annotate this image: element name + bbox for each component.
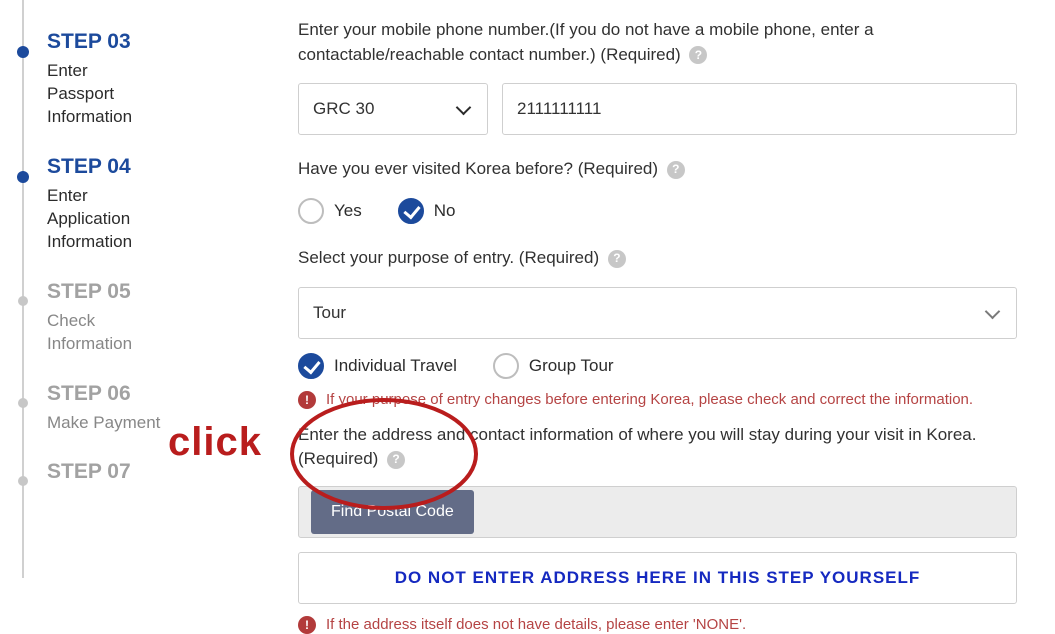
visited-field: Have you ever visited Korea before? (Req…	[298, 157, 1017, 224]
phone-field: Enter your mobile phone number.(If you d…	[298, 18, 1017, 135]
visited-label-text: Have you ever visited Korea before? (Req…	[298, 159, 658, 178]
address-label: Enter the address and contact informatio…	[298, 423, 1017, 472]
radio-icon	[298, 198, 324, 224]
phone-number-input[interactable]: 2111111111	[502, 83, 1017, 135]
step-dot	[18, 296, 28, 306]
step-number: STEP 03	[47, 30, 190, 54]
travel-group-radio[interactable]: Group Tour	[493, 353, 614, 379]
purpose-select[interactable]: Tour	[298, 287, 1017, 339]
radio-checked-icon	[398, 198, 424, 224]
warning-text: If your purpose of entry changes before …	[326, 391, 973, 408]
radio-icon	[493, 353, 519, 379]
purpose-label-text: Select your purpose of entry. (Required)	[298, 248, 599, 267]
purpose-warning: ! If your purpose of entry changes befor…	[298, 391, 1017, 409]
step-06[interactable]: STEP 06 Make Payment	[15, 382, 190, 435]
visited-label: Have you ever visited Korea before? (Req…	[298, 157, 1017, 182]
step-number: STEP 06	[47, 382, 190, 406]
help-icon[interactable]: ?	[608, 250, 626, 268]
step-number: STEP 05	[47, 280, 190, 304]
step-dot	[17, 46, 29, 58]
purpose-label: Select your purpose of entry. (Required)…	[298, 246, 1017, 271]
visited-yes-radio[interactable]: Yes	[298, 198, 362, 224]
address-field: Enter the address and contact informatio…	[298, 423, 1017, 634]
find-postal-code-button[interactable]: Find Postal Code	[311, 490, 474, 534]
country-code-select[interactable]: GRC 30	[298, 83, 488, 135]
chevron-down-icon	[455, 100, 473, 118]
step-04[interactable]: STEP 04 EnterApplicationInformation	[15, 155, 190, 254]
country-code-value: GRC 30	[313, 99, 374, 119]
visited-no-radio[interactable]: No	[398, 198, 456, 224]
travel-individual-radio[interactable]: Individual Travel	[298, 353, 457, 379]
step-number: STEP 07	[47, 460, 190, 484]
step-number: STEP 04	[47, 155, 190, 179]
step-title: CheckInformation	[47, 310, 190, 356]
step-title: Make Payment	[47, 412, 190, 435]
postal-code-box: Find Postal Code	[298, 486, 1017, 538]
step-dot	[17, 171, 29, 183]
radio-label: Individual Travel	[334, 356, 457, 376]
purpose-field: Select your purpose of entry. (Required)…	[298, 246, 1017, 409]
warning-icon: !	[298, 616, 316, 634]
warning-icon: !	[298, 391, 316, 409]
help-icon[interactable]: ?	[667, 161, 685, 179]
help-icon[interactable]: ?	[387, 451, 405, 469]
chevron-down-icon	[984, 304, 1002, 322]
phone-number-value: 2111111111	[517, 99, 601, 119]
step-title: EnterApplicationInformation	[47, 185, 190, 254]
help-icon[interactable]: ?	[689, 46, 707, 64]
radio-label: No	[434, 201, 456, 221]
radio-label: Group Tour	[529, 356, 614, 376]
warning-text: If the address itself does not have deta…	[326, 616, 746, 633]
radio-label: Yes	[334, 201, 362, 221]
step-05[interactable]: STEP 05 CheckInformation	[15, 280, 190, 356]
steps-sidebar: STEP 03 EnterPassportInformation STEP 04…	[0, 0, 190, 578]
application-form: Enter your mobile phone number.(If you d…	[190, 0, 1055, 578]
step-dot	[18, 476, 28, 486]
step-dot	[18, 398, 28, 408]
phone-label: Enter your mobile phone number.(If you d…	[298, 18, 1017, 67]
address-warning: ! If the address itself does not have de…	[298, 616, 1017, 634]
step-title: EnterPassportInformation	[47, 60, 190, 129]
step-07[interactable]: STEP 07	[15, 460, 190, 484]
radio-checked-icon	[298, 353, 324, 379]
purpose-value: Tour	[313, 303, 346, 323]
phone-label-text: Enter your mobile phone number.(If you d…	[298, 20, 874, 64]
step-03[interactable]: STEP 03 EnterPassportInformation	[15, 30, 190, 129]
